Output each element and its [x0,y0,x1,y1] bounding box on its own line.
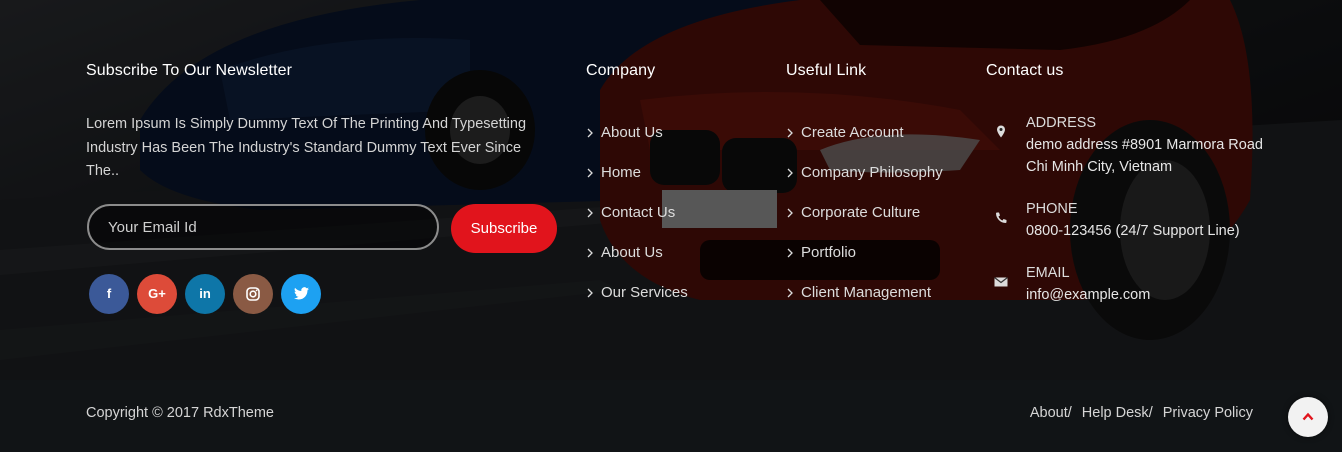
newsletter-description: Lorem Ipsum Is Simply Dummy Text Of The … [86,116,527,179]
useful-links: Create Account Company Philosophy Corpor… [786,122,976,322]
contact-title: Contact us [986,62,1064,79]
google-plus-icon[interactable]: G+ [137,274,177,314]
bottom-link-help-desk[interactable]: Help Desk [1082,405,1149,421]
contact-section: Contact us ADDRESS demo address #8901 Ma… [986,60,1286,303]
useful-link-portfolio[interactable]: Portfolio [786,242,976,282]
copyright-text: Copyright © 2017 RdxTheme [86,405,274,421]
email-input[interactable] [87,204,439,250]
chevron-right-icon [586,248,594,258]
useful-link-company-philosophy[interactable]: Company Philosophy [786,162,976,202]
address-value: demo address #8901 Marmora Road Chi Minh… [1026,137,1263,175]
chevron-up-icon [1302,412,1314,421]
phone-icon [993,210,1009,226]
twitter-icon[interactable] [281,274,321,314]
linkedin-icon[interactable]: in [185,274,225,314]
email-value[interactable]: info@example.com [1026,284,1276,306]
chevron-right-icon [586,208,594,218]
chevron-right-icon [586,168,594,178]
address-label: ADDRESS [1026,115,1097,131]
map-marker-icon [993,124,1009,140]
link-separator: / [1148,405,1153,421]
newsletter-section: Subscribe To Our Newsletter Lorem Ipsum … [86,60,566,314]
email-label: EMAIL [1026,265,1070,281]
chevron-right-icon [786,168,794,178]
useful-link-create-account[interactable]: Create Account [786,122,976,162]
company-link-contact-us[interactable]: Contact Us [586,202,776,242]
bottom-link-about[interactable]: About [1030,405,1068,421]
chevron-right-icon [786,248,794,258]
company-links: About Us Home Contact Us About Us Our Se… [586,122,776,322]
useful-links-section: Useful Link Create Account Company Philo… [786,60,976,322]
company-link-about-us-2[interactable]: About Us [586,242,776,282]
link-separator: / [1067,405,1072,421]
subscribe-form: Subscribe [86,203,566,255]
phone-value: 0800-123456 (24/7 Support Line) [1026,223,1240,239]
back-to-top-button[interactable] [1288,397,1328,437]
chevron-right-icon [786,288,794,298]
chevron-right-icon [786,208,794,218]
bottom-link-privacy-policy[interactable]: Privacy Policy [1163,405,1253,421]
useful-link-corporate-culture[interactable]: Corporate Culture [786,202,976,242]
chevron-right-icon [786,128,794,138]
company-title: Company [586,62,656,79]
envelope-icon [993,274,1009,290]
newsletter-title: Subscribe To Our Newsletter [86,62,293,79]
footer-bottom-bar: Copyright © 2017 RdxTheme About/ Help De… [0,380,1342,452]
footer-top: Subscribe To Our Newsletter Lorem Ipsum … [0,0,1342,380]
phone-label: PHONE [1026,201,1078,217]
company-link-home[interactable]: Home [586,162,776,202]
chevron-right-icon [586,288,594,298]
facebook-icon[interactable]: f [89,274,129,314]
company-link-about-us[interactable]: About Us [586,122,776,162]
company-section: Company About Us Home Contact Us About U… [586,60,776,322]
bottom-links: About/ Help Desk/ Privacy Policy [1030,405,1253,421]
instagram-icon[interactable] [233,274,273,314]
chevron-right-icon [586,128,594,138]
useful-links-title: Useful Link [786,62,867,79]
useful-link-client-management[interactable]: Client Management [786,282,976,322]
subscribe-button[interactable]: Subscribe [451,204,557,253]
company-link-our-services[interactable]: Our Services [586,282,776,322]
